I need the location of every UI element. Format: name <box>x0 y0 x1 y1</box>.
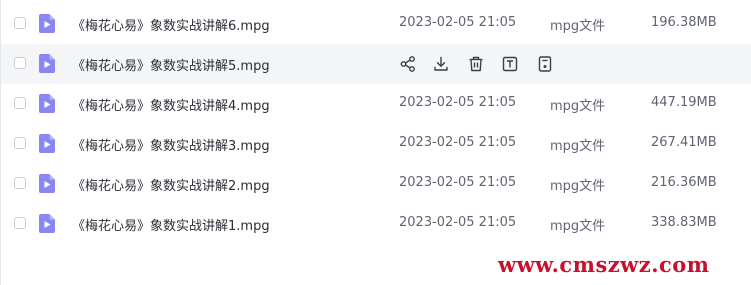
file-list: 《梅花心易》象数实战讲解6.mpg 2023-02-05 21:05 mpg文件… <box>1 4 751 244</box>
file-name[interactable]: 《梅花心易》象数实战讲解4.mpg <box>72 95 270 114</box>
row-checkbox[interactable] <box>14 217 26 229</box>
more-icon[interactable] <box>536 55 554 73</box>
file-row[interactable]: 《梅花心易》象数实战讲解2.mpg 2023-02-05 21:05 mpg文件… <box>1 164 751 204</box>
file-row[interactable]: 《梅花心易》象数实战讲解6.mpg 2023-02-05 21:05 mpg文件… <box>1 4 751 44</box>
file-name[interactable]: 《梅花心易》象数实战讲解5.mpg <box>72 55 270 74</box>
row-checkbox[interactable] <box>14 57 26 69</box>
file-type: mpg文件 <box>550 99 606 114</box>
file-name[interactable]: 《梅花心易》象数实战讲解2.mpg <box>72 175 270 194</box>
file-size: 196.38MB <box>651 15 717 30</box>
file-list-panel: 《梅花心易》象数实战讲解6.mpg 2023-02-05 21:05 mpg文件… <box>0 0 751 285</box>
video-file-icon <box>39 134 55 153</box>
file-type: mpg文件 <box>550 19 606 34</box>
file-modified-date: 2023-02-05 21:05 <box>399 215 517 230</box>
file-row-hovered[interactable]: 《梅花心易》象数实战讲解5.mpg <box>1 44 751 84</box>
file-row[interactable]: 《梅花心易》象数实战讲解3.mpg 2023-02-05 21:05 mpg文件… <box>1 124 751 164</box>
file-modified-date: 2023-02-05 21:05 <box>399 175 517 190</box>
video-file-icon <box>39 174 55 193</box>
row-checkbox[interactable] <box>14 137 26 149</box>
file-size: 447.19MB <box>651 95 717 110</box>
file-name[interactable]: 《梅花心易》象数实战讲解6.mpg <box>72 15 270 34</box>
video-file-icon <box>39 94 55 113</box>
file-name[interactable]: 《梅花心易》象数实战讲解1.mpg <box>72 215 270 234</box>
file-type: mpg文件 <box>550 219 606 234</box>
file-size: 267.41MB <box>651 135 717 150</box>
file-modified-date: 2023-02-05 21:05 <box>399 15 517 30</box>
file-size: 338.83MB <box>651 215 717 230</box>
video-file-icon <box>39 214 55 233</box>
video-file-icon <box>39 14 55 33</box>
delete-icon[interactable] <box>467 55 485 73</box>
file-size: 216.36MB <box>651 175 717 190</box>
file-row[interactable]: 《梅花心易》象数实战讲解4.mpg 2023-02-05 21:05 mpg文件… <box>1 84 751 124</box>
video-file-icon <box>39 54 55 73</box>
row-checkbox[interactable] <box>14 97 26 109</box>
download-icon[interactable] <box>432 55 450 73</box>
file-row[interactable]: 《梅花心易》象数实战讲解1.mpg 2023-02-05 21:05 mpg文件… <box>1 204 751 244</box>
file-type: mpg文件 <box>550 179 606 194</box>
file-type: mpg文件 <box>550 139 606 154</box>
file-modified-date: 2023-02-05 21:05 <box>399 135 517 150</box>
share-icon[interactable] <box>399 55 417 73</box>
rename-icon[interactable] <box>501 55 519 73</box>
file-modified-date: 2023-02-05 21:05 <box>399 95 517 110</box>
site-watermark: www.cmszwz.com <box>498 252 710 277</box>
file-name[interactable]: 《梅花心易》象数实战讲解3.mpg <box>72 135 270 154</box>
row-checkbox[interactable] <box>14 177 26 189</box>
row-checkbox[interactable] <box>14 17 26 29</box>
